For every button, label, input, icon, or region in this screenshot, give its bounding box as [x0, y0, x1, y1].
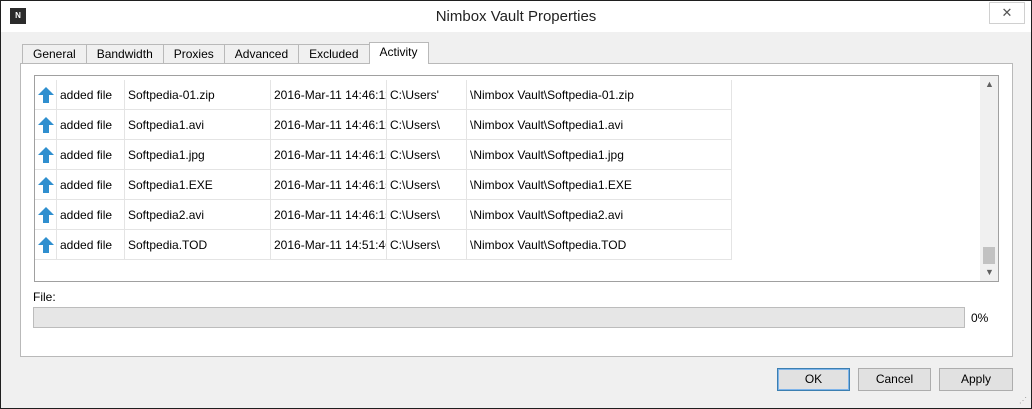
action-cell: added file: [57, 140, 125, 170]
scroll-down-icon[interactable]: ▼: [981, 264, 998, 281]
progress-percent: 0%: [971, 311, 989, 325]
activity-row[interactable]: added file Softpedia-01.zip 2016-Mar-11 14…: [35, 80, 981, 110]
vault-path-cell: \Nimbox Vault\Softpedia2.avi: [467, 200, 732, 230]
window-title: Nimbox Vault Properties: [435, 8, 597, 25]
file-name-cell: Softpedia2.avi: [125, 200, 271, 230]
timestamp-cell: 2016-Mar-11 14:46:15: [271, 200, 387, 230]
file-progress-bar: [33, 307, 965, 328]
close-button[interactable]: ✕: [989, 2, 1025, 24]
tab-bandwidth[interactable]: Bandwidth: [85, 44, 164, 64]
file-name-cell: Softpedia1.EXE: [125, 170, 271, 200]
directory-cell: C:\Users': [387, 80, 467, 110]
file-name-cell: Softpedia1.jpg: [125, 140, 271, 170]
directory-cell: C:\Users\: [387, 170, 467, 200]
file-name-cell: Softpedia.TOD: [125, 230, 271, 260]
icon-cell: [35, 80, 57, 110]
icon-cell: [35, 200, 57, 230]
file-name-cell: Softpedia1.avi: [125, 110, 271, 140]
vault-path-cell: \Nimbox Vault\Softpedia-01.zip: [467, 80, 732, 110]
activity-row[interactable]: added file Softpedia1.avi 2016-Mar-11 14:4…: [35, 110, 981, 140]
timestamp-cell: 2016-Mar-11 14:46:12: [271, 80, 387, 110]
activity-row[interactable]: added file Softpedia2.avi 2016-Mar-11 14:4…: [35, 200, 981, 230]
icon-cell: [35, 230, 57, 260]
activity-row[interactable]: added file Softpedia.TOD 2016-Mar-11 14:51…: [35, 230, 981, 260]
vault-path-cell: \Nimbox Vault\Softpedia.TOD: [467, 230, 732, 260]
vault-path-cell: \Nimbox Vault\Softpedia1.avi: [467, 110, 732, 140]
file-name-cell: Softpedia-01.zip: [125, 80, 271, 110]
icon-cell: [35, 170, 57, 200]
upload-arrow-icon: [38, 207, 54, 223]
tab-advanced[interactable]: Advanced: [223, 44, 300, 64]
directory-cell: C:\Users\: [387, 230, 467, 260]
upload-arrow-icon: [38, 237, 54, 253]
scroll-up-icon[interactable]: ▲: [981, 76, 998, 93]
activity-panel: added file Softpedia-01.zip 2016-Mar-11 14…: [20, 63, 1013, 357]
activity-list[interactable]: added file Softpedia-01.zip 2016-Mar-11 14…: [34, 75, 999, 282]
timestamp-cell: 2016-Mar-11 14:51:46: [271, 230, 387, 260]
directory-cell: C:\Users\: [387, 140, 467, 170]
icon-cell: [35, 110, 57, 140]
upload-arrow-icon: [38, 147, 54, 163]
icon-cell: [35, 140, 57, 170]
vertical-scrollbar[interactable]: ▲ ▼: [980, 76, 998, 281]
resize-grip-icon[interactable]: ⋰: [1019, 396, 1029, 406]
vault-path-cell: \Nimbox Vault\Softpedia1.jpg: [467, 140, 732, 170]
action-cell: added file: [57, 200, 125, 230]
action-cell: added file: [57, 110, 125, 140]
timestamp-cell: 2016-Mar-11 14:46:15: [271, 170, 387, 200]
scroll-thumb[interactable]: [983, 247, 995, 264]
tab-activity[interactable]: Activity: [368, 42, 429, 64]
ok-button[interactable]: OK: [777, 368, 850, 391]
action-cell: added file: [57, 80, 125, 110]
apply-button[interactable]: Apply: [939, 368, 1013, 391]
activity-rows: added file Softpedia-01.zip 2016-Mar-11 14…: [35, 80, 981, 260]
directory-cell: C:\Users\: [387, 110, 467, 140]
cancel-button[interactable]: Cancel: [858, 368, 931, 391]
timestamp-cell: 2016-Mar-11 14:46:12: [271, 110, 387, 140]
file-label: File:: [33, 290, 56, 304]
tab-excluded[interactable]: Excluded: [298, 44, 370, 64]
action-cell: added file: [57, 230, 125, 260]
activity-row[interactable]: added file Softpedia1.EXE 2016-Mar-11 14:4…: [35, 170, 981, 200]
upload-arrow-icon: [38, 87, 54, 103]
directory-cell: C:\Users\: [387, 200, 467, 230]
properties-window: N Nimbox Vault Properties ✕ General Band…: [0, 0, 1032, 409]
activity-row[interactable]: added file Softpedia1.jpg 2016-Mar-11 14:4…: [35, 140, 981, 170]
tab-general[interactable]: General: [22, 44, 87, 64]
upload-arrow-icon: [38, 177, 54, 193]
tab-proxies[interactable]: Proxies: [162, 44, 225, 64]
action-cell: added file: [57, 170, 125, 200]
tab-bar: General Bandwidth Proxies Advanced Exclu…: [22, 42, 429, 64]
upload-arrow-icon: [38, 117, 54, 133]
title-bar[interactable]: N Nimbox Vault Properties ✕: [1, 1, 1031, 32]
timestamp-cell: 2016-Mar-11 14:46:15: [271, 140, 387, 170]
vault-path-cell: \Nimbox Vault\Softpedia1.EXE: [467, 170, 732, 200]
